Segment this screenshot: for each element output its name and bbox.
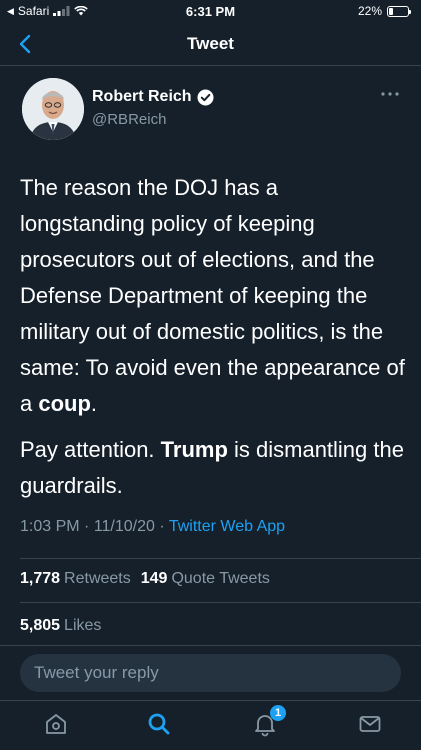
tab-bar: 1 bbox=[0, 700, 421, 750]
quote-label: Quote Tweets bbox=[171, 570, 270, 587]
verified-badge-icon bbox=[197, 89, 214, 105]
messages-envelope-icon[interactable] bbox=[357, 711, 383, 737]
search-icon[interactable] bbox=[146, 711, 172, 737]
tweet-text-bold: coup bbox=[38, 391, 91, 416]
author-name-row[interactable]: Robert Reich bbox=[92, 88, 214, 106]
tweet-source-link[interactable]: Twitter Web App bbox=[169, 518, 285, 535]
tweet-date: 11/10/20 bbox=[93, 518, 155, 535]
tweet-text-segment: The reason the DOJ has a longstanding po… bbox=[20, 175, 405, 416]
meta-separator: · bbox=[154, 518, 169, 535]
notifications-badge: 1 bbox=[270, 705, 286, 721]
meta-separator: · bbox=[79, 518, 94, 535]
quote-count: 149 bbox=[140, 570, 168, 587]
tweet-author: Robert Reich @RBReich bbox=[20, 78, 401, 142]
tweet-text-bold: Trump bbox=[160, 437, 228, 462]
battery-percent: 22% bbox=[357, 4, 382, 18]
stats-row-likes: 5,805 Likes bbox=[20, 617, 101, 635]
reply-input[interactable]: Tweet your reply bbox=[20, 654, 401, 692]
divider bbox=[0, 645, 421, 646]
status-bar: ◀ Safari 6:31 PM 22% bbox=[0, 0, 421, 22]
avatar-image bbox=[22, 78, 84, 140]
author-handle[interactable]: @RBReich bbox=[92, 111, 166, 128]
tweet-paragraph-2: Pay attention. Trump is dismantling the … bbox=[20, 432, 405, 504]
divider bbox=[20, 602, 421, 603]
battery-level bbox=[389, 7, 393, 15]
retweets-stat[interactable]: 1,778 Retweets bbox=[20, 570, 131, 588]
stats-row-reposts: 1,778 Retweets 149 Quote Tweets bbox=[20, 570, 270, 588]
battery-icon bbox=[387, 5, 411, 17]
tweet-text: The reason the DOJ has a longstanding po… bbox=[20, 170, 405, 514]
quote-tweets-stat[interactable]: 149 Quote Tweets bbox=[141, 570, 270, 588]
nav-bar: Tweet bbox=[0, 22, 421, 66]
likes-stat[interactable]: 5,805 Likes bbox=[20, 617, 101, 635]
retweets-count: 1,778 bbox=[20, 570, 61, 587]
tweet-time: 1:03 PM bbox=[20, 518, 80, 535]
home-icon[interactable] bbox=[43, 711, 69, 737]
divider bbox=[20, 558, 421, 559]
status-right: 22% bbox=[357, 4, 411, 18]
tweet-text-segment: Pay attention. bbox=[20, 437, 161, 462]
retweets-label: Retweets bbox=[64, 570, 131, 587]
tweet-meta: 1:03 PM · 11/10/20 · Twitter Web App bbox=[20, 518, 285, 536]
more-dots-icon[interactable] bbox=[379, 86, 401, 102]
tweet-paragraph-1: The reason the DOJ has a longstanding po… bbox=[20, 170, 405, 422]
notifications-tab[interactable]: 1 bbox=[252, 705, 286, 737]
author-name[interactable]: Robert Reich bbox=[92, 88, 192, 106]
tweet-text-segment: . bbox=[90, 391, 98, 416]
likes-label: Likes bbox=[64, 617, 102, 634]
page-title: Tweet bbox=[187, 34, 234, 53]
avatar[interactable] bbox=[22, 78, 84, 140]
likes-count: 5,805 bbox=[20, 617, 61, 634]
